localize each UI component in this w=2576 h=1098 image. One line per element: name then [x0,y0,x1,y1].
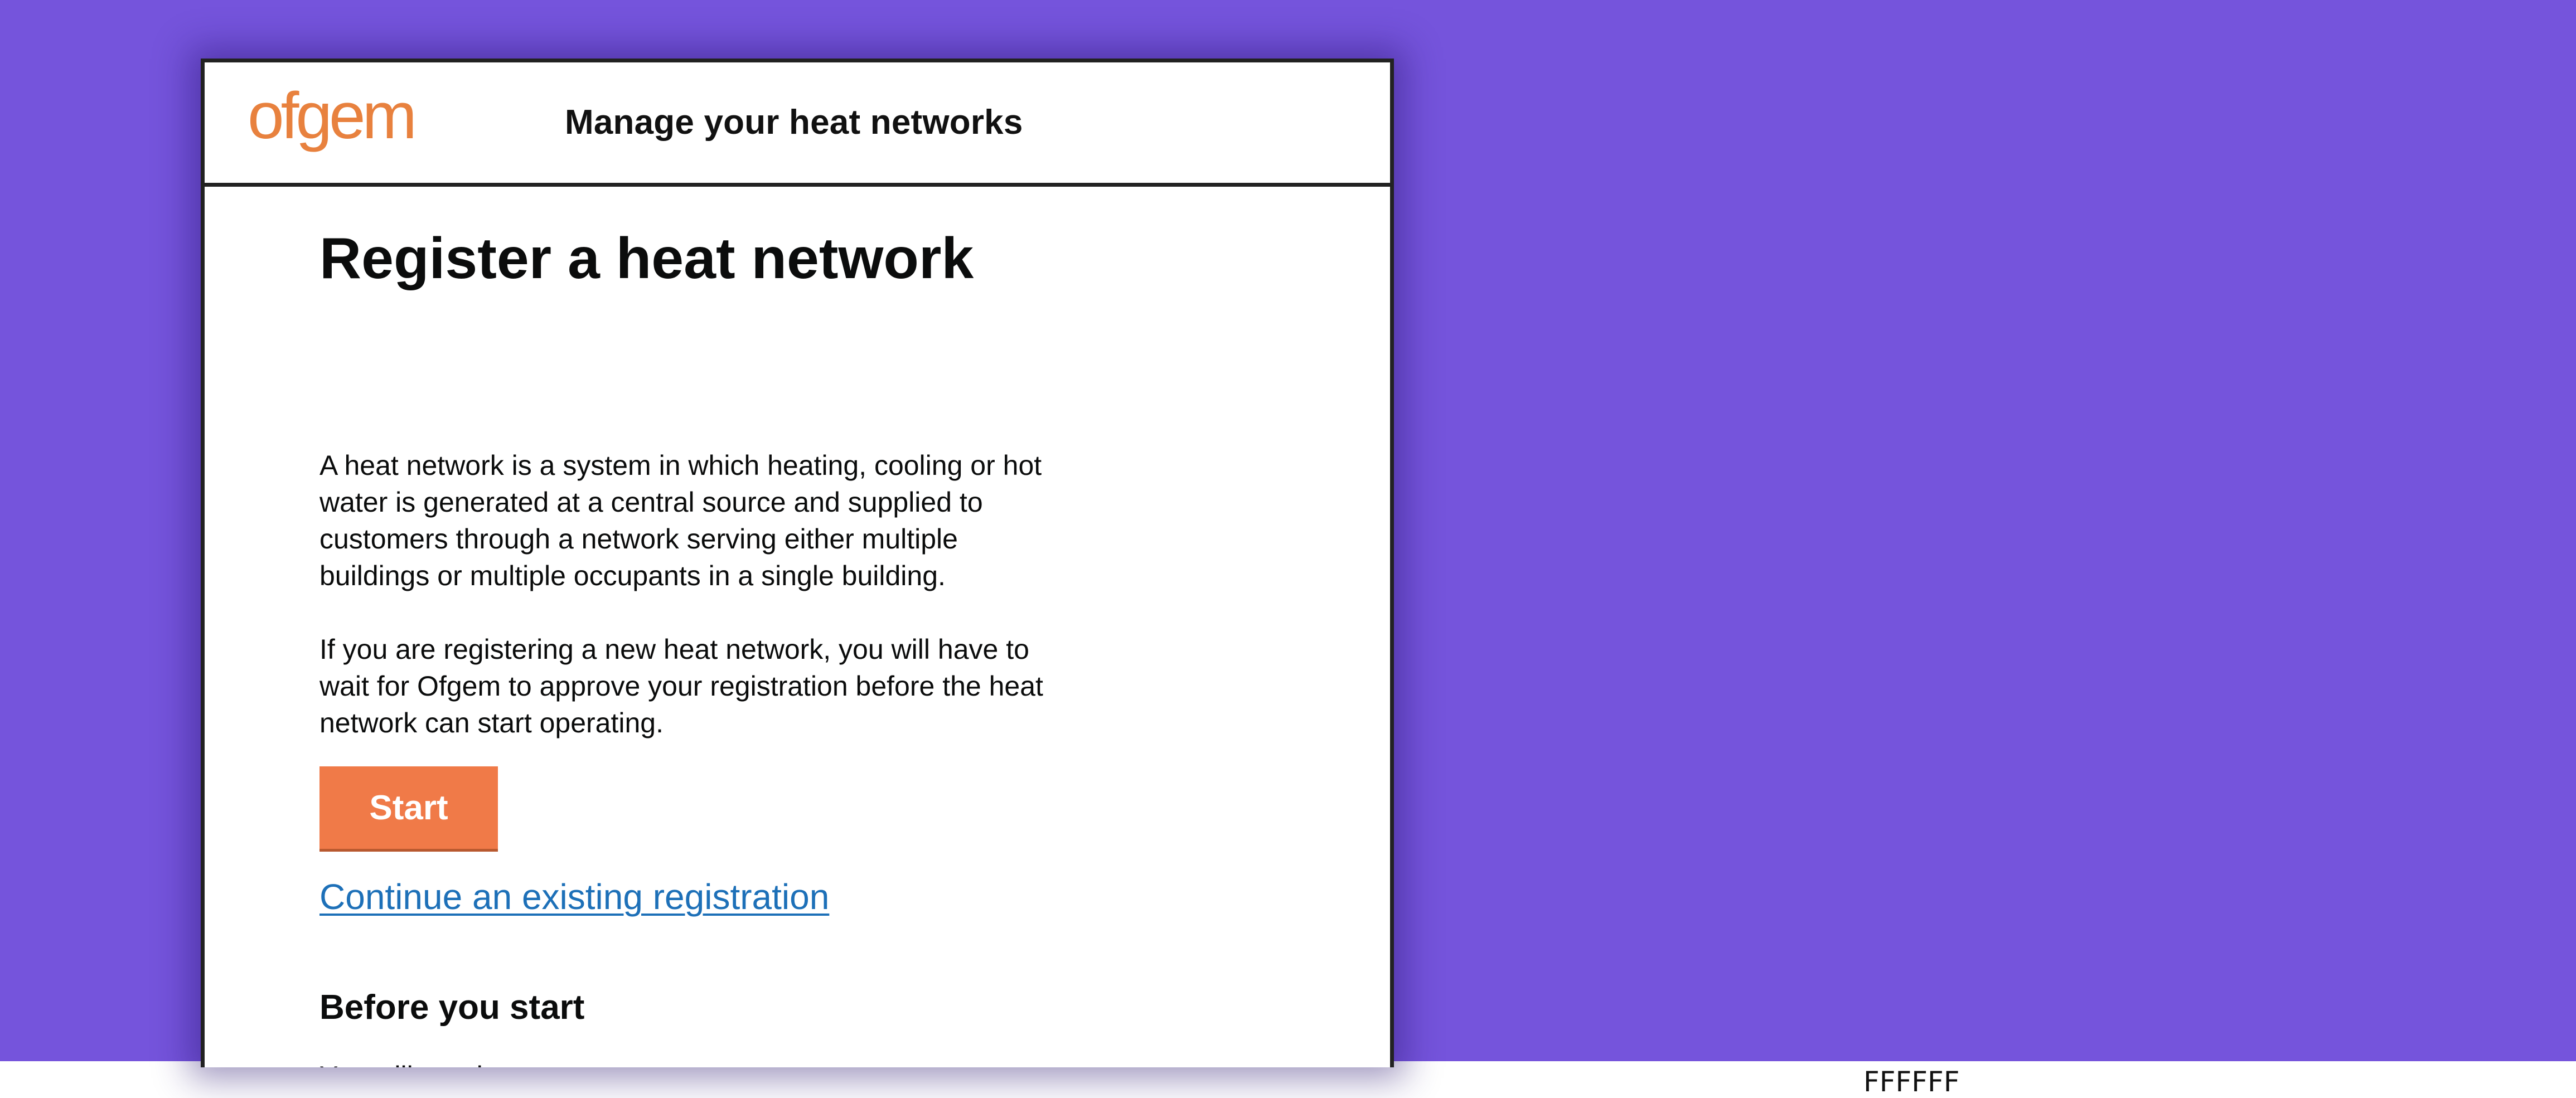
approval-paragraph: If you are registering a new heat networ… [319,634,1043,739]
intro-paragraph: A heat network is a system in which heat… [319,450,1042,591]
page-title: Register a heat network [319,226,974,291]
before-you-start-heading: Before you start [319,988,585,1027]
you-will-need-text: You will need: [319,1060,491,1067]
ofgem-logo-text: ofgem [248,87,414,153]
continue-registration-link[interactable]: Continue an existing registration [319,876,829,917]
ofgem-logo[interactable]: ofgem [248,87,437,165]
browser-frame: ofgem Manage your heat networks Register… [201,59,1394,1067]
site-header: ofgem Manage your heat networks [205,62,1390,187]
start-button[interactable]: Start [319,766,498,849]
service-name[interactable]: Manage your heat networks [565,103,1023,142]
color-hex-caption: FFFFFF [1863,1066,1960,1098]
